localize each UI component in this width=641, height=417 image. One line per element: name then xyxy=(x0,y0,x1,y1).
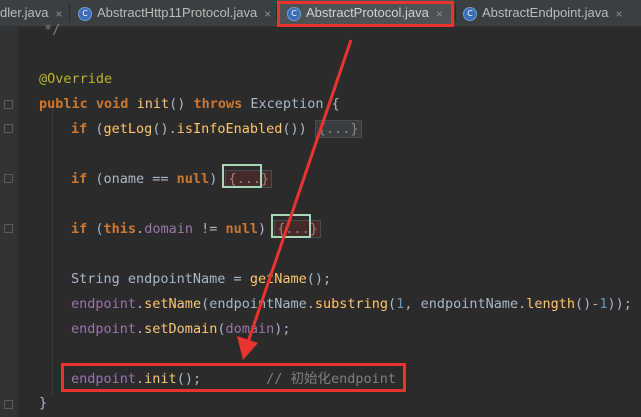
annotation-arrow xyxy=(237,39,353,360)
